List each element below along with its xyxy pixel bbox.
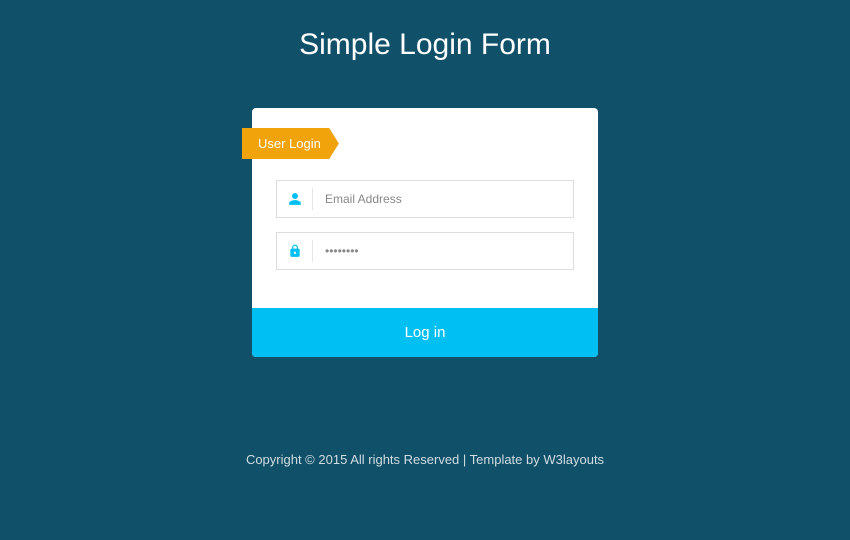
email-input[interactable]: [313, 181, 573, 217]
lock-icon: [277, 240, 313, 262]
ribbon-label: User Login: [242, 128, 339, 159]
user-icon: [277, 188, 313, 210]
footer-link[interactable]: W3layouts: [543, 452, 604, 467]
password-input-group: [276, 232, 574, 270]
login-card: User Login Log in: [252, 108, 598, 357]
email-input-group: [276, 180, 574, 218]
footer-text: Copyright © 2015 All rights Reserved | T…: [246, 452, 543, 467]
footer: Copyright © 2015 All rights Reserved | T…: [0, 452, 850, 467]
login-button[interactable]: Log in: [252, 308, 598, 357]
password-input[interactable]: [313, 233, 573, 269]
page-title: Simple Login Form: [0, 0, 850, 62]
